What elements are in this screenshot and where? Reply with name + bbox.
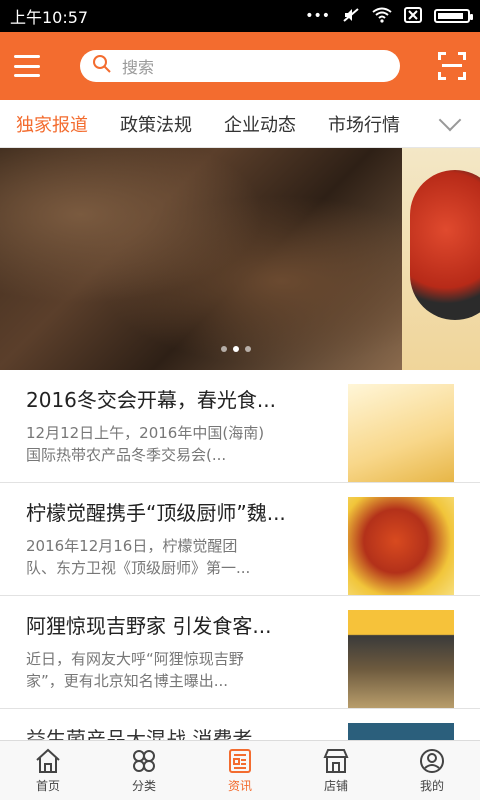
- list-item[interactable]: 2016冬交会开幕，春光食... 12月12日上午，2016年中国(海南) 国际…: [0, 370, 480, 483]
- tab-company-news[interactable]: 企业动态: [208, 111, 312, 137]
- status-icons: •••: [305, 6, 473, 26]
- status-bar: 上午10:57 •••: [0, 0, 480, 32]
- nav-label: 分类: [131, 779, 156, 793]
- nav-profile[interactable]: 我的: [384, 741, 480, 800]
- banner-slide-hotpot[interactable]: [402, 148, 480, 370]
- profile-icon: [420, 749, 444, 773]
- nav-label: 首页: [35, 779, 60, 793]
- status-time: 上午10:57: [10, 8, 89, 27]
- list-item[interactable]: 益生菌产品大混战 消费者...: [0, 709, 480, 740]
- tab-exclusive[interactable]: 独家报道: [0, 111, 104, 137]
- scan-icon[interactable]: [438, 52, 466, 80]
- article-title: 2016冬交会开幕，春光食...: [26, 388, 276, 412]
- banner-slide-tea[interactable]: [0, 148, 402, 370]
- mute-icon: [342, 7, 360, 26]
- article-thumbnail: [348, 497, 454, 595]
- battery-fill: [438, 13, 463, 19]
- nav-label: 店铺: [323, 779, 348, 793]
- nav-store[interactable]: 店铺: [288, 741, 384, 800]
- list-item[interactable]: 柠檬觉醒携手“顶级厨师”魏... 2016年12月16日，柠檬觉醒团 队、东方卫…: [0, 483, 480, 596]
- dots-icon: •••: [305, 8, 330, 24]
- search-input[interactable]: 搜索: [80, 50, 400, 82]
- nav-label: 资讯: [227, 779, 252, 793]
- app-header: 搜索: [0, 32, 480, 100]
- article-title: 柠檬觉醒携手“顶级厨师”魏...: [26, 501, 286, 525]
- carousel-indicator: [221, 346, 251, 352]
- article-thumbnail: [348, 610, 454, 708]
- banner-carousel[interactable]: [0, 148, 480, 370]
- article-thumbnail: [348, 723, 454, 740]
- nav-label: 我的: [419, 779, 444, 793]
- no-sim-icon: [404, 6, 422, 26]
- wifi-icon: [372, 7, 392, 26]
- article-summary: 家”，更有北京知名博主曝出...: [26, 672, 229, 690]
- carousel-dot-active: [233, 346, 239, 352]
- nav-category[interactable]: 分类: [96, 741, 192, 800]
- tab-policy[interactable]: 政策法规: [104, 111, 208, 137]
- article-title: 益生菌产品大混战 消费者...: [26, 727, 272, 740]
- search-icon: [92, 54, 112, 78]
- carousel-dot: [221, 346, 227, 352]
- battery-icon: [434, 9, 473, 23]
- carousel-dot: [245, 346, 251, 352]
- search-placeholder: 搜索: [122, 58, 155, 77]
- category-icon: [133, 750, 155, 772]
- list-item[interactable]: 阿狸惊现吉野家 引发食客... 近日，有网友大呼“阿狸惊现吉野 家”，更有北京知…: [0, 596, 480, 709]
- article-summary: 国际热带农产品冬季交易会(...: [26, 446, 227, 464]
- article-summary: 近日，有网友大呼“阿狸惊现吉野: [26, 650, 244, 668]
- article-title: 阿狸惊现吉野家 引发食客...: [26, 614, 272, 638]
- article-summary: 2016年12月16日，柠檬觉醒团: [26, 537, 238, 555]
- article-summary: 12月12日上午，2016年中国(海南): [26, 424, 265, 442]
- news-icon: [229, 749, 251, 773]
- bottom-nav: 首页 分类 资讯 店铺 我的: [0, 740, 480, 800]
- category-tabs: 独家报道 政策法规 企业动态 市场行情: [0, 100, 480, 148]
- news-list: 2016冬交会开幕，春光食... 12月12日上午，2016年中国(海南) 国际…: [0, 370, 480, 740]
- hamburger-icon[interactable]: [14, 55, 40, 77]
- tab-market[interactable]: 市场行情: [312, 111, 416, 137]
- article-summary: 队、东方卫视《顶级厨师》第一...: [26, 559, 251, 577]
- nav-home[interactable]: 首页: [0, 741, 96, 800]
- home-icon: [36, 748, 60, 773]
- article-thumbnail: [348, 384, 454, 482]
- store-icon: [323, 749, 349, 773]
- nav-news[interactable]: 资讯: [192, 741, 288, 800]
- chevron-down-icon[interactable]: [438, 108, 462, 131]
